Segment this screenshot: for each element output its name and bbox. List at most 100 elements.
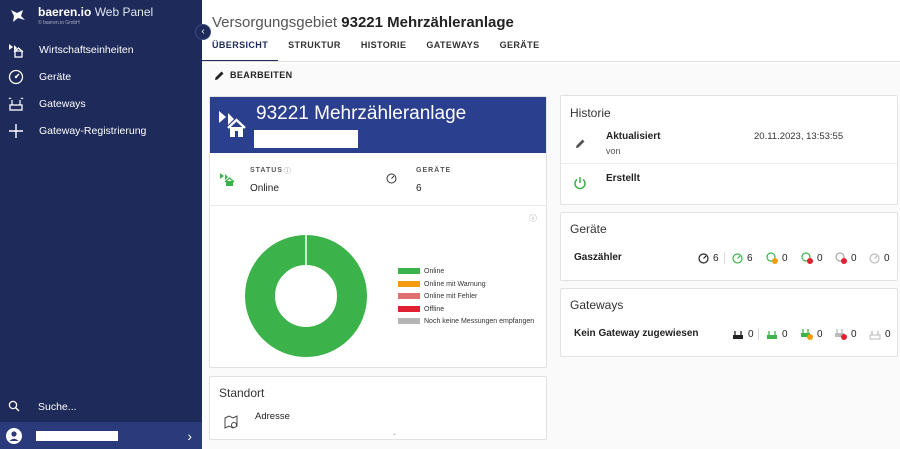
status-value: Online	[250, 183, 279, 194]
building-status-icon	[220, 173, 235, 186]
brand-title: baeren.io Web Panel	[38, 5, 154, 19]
history-updated-by: von	[606, 146, 621, 156]
building-icon	[7, 41, 25, 59]
user-menu[interactable]: ›	[0, 422, 202, 449]
legend-swatch	[398, 268, 420, 274]
gateways-card: Gateways Kein Gateway zugewiesen 0 0 0 0…	[560, 288, 898, 357]
device-count-total[interactable]: 6	[698, 251, 719, 265]
brand[interactable]: baeren.io Web Panel © baeren.io GmbH	[8, 6, 153, 32]
plus-icon	[7, 122, 25, 140]
location-card: Standort Adresse	[209, 376, 547, 440]
info-icon[interactable]: ⓘ	[529, 213, 537, 224]
devices-label: GERÄTE	[416, 167, 452, 174]
overview-title: 93221 Mehrzähleranlage	[256, 103, 467, 124]
gateway-nodata-icon	[869, 330, 881, 339]
gateway-count-offline[interactable]: 0	[835, 327, 857, 341]
legend-swatch	[398, 306, 420, 312]
sidebar-item-wirtschaftseinheiten[interactable]: Wirtschaftseinheiten	[0, 37, 202, 63]
gauge-icon	[7, 68, 25, 86]
scroll-down-icon[interactable]: ⌄	[392, 430, 397, 437]
legend-item-no-data[interactable]: Noch keine Messungen empfangen	[398, 316, 534, 326]
gateway-offline-icon	[835, 329, 847, 340]
gateway-count-online[interactable]: 0	[766, 327, 788, 341]
gateway-count-total[interactable]: 0	[732, 327, 754, 341]
map-pin-icon	[224, 415, 238, 429]
info-icon[interactable]: ⓘ	[284, 166, 291, 176]
tab-struktur[interactable]: STRUKTUR	[278, 36, 351, 62]
history-created-label: Erstellt	[606, 173, 640, 184]
legend-item-warning[interactable]: Online mit Warnung	[398, 279, 486, 289]
meter-warning-icon	[766, 252, 778, 264]
address-label: Adresse	[255, 411, 290, 422]
status-label: STATUS	[250, 167, 283, 174]
legend-swatch	[398, 293, 420, 299]
device-type-label: Gaszähler	[574, 252, 622, 263]
legend-label: Online	[424, 267, 445, 275]
meter-error-icon	[801, 252, 813, 264]
gateway-online-icon	[767, 330, 777, 339]
meter-nodata-icon	[869, 252, 880, 264]
edit-label: BEARBEITEN	[230, 70, 293, 80]
sidebar-item-label: Gateways	[39, 98, 86, 110]
sidebar-item-label: Gateway-Registrierung	[39, 125, 147, 137]
collapse-sidebar-button[interactable]: ‹	[195, 24, 211, 40]
user-name	[36, 430, 118, 441]
chevron-left-icon: ‹	[201, 26, 205, 37]
tab-uebersicht[interactable]: ÜBERSICHT	[202, 36, 279, 62]
legend-item-error[interactable]: Online mit Fehler	[398, 291, 477, 301]
history-title: Historie	[570, 106, 611, 120]
meter-offline-icon	[835, 252, 847, 264]
tab-historie[interactable]: HISTORIE	[351, 36, 417, 62]
legend-label: Online mit Fehler	[424, 292, 478, 300]
legend-swatch	[398, 281, 420, 287]
devices-title: Geräte	[570, 222, 607, 236]
legend-label: Online mit Warnung	[424, 280, 486, 288]
building-icon	[219, 111, 246, 137]
overview-subtitle-field	[254, 130, 358, 148]
sidebar-item-gateway-registrierung[interactable]: Gateway-Registrierung	[0, 118, 202, 144]
page-header: Versorgungsgebiet 93221 Mehrzähleranlage…	[202, 0, 900, 64]
legend-item-online[interactable]: Online	[398, 266, 444, 276]
sidebar-search[interactable]: Suche...	[0, 396, 202, 418]
edit-button[interactable]: BEARBEITEN	[214, 68, 293, 82]
gateways-title: Gateways	[570, 298, 624, 312]
legend-label: Noch keine Messungen empfangen	[424, 317, 535, 325]
card-divider	[210, 205, 546, 206]
search-icon	[8, 400, 24, 415]
sidebar-item-label: Wirtschaftseinheiten	[39, 44, 134, 56]
location-title: Standort	[219, 386, 265, 400]
device-count-error[interactable]: 0	[801, 251, 823, 265]
router-icon	[7, 95, 25, 113]
legend-swatch	[398, 318, 420, 324]
gauge-icon	[386, 173, 397, 184]
history-updated-label: Aktualisiert	[606, 131, 661, 142]
sidebar-item-label: Geräte	[39, 71, 72, 83]
gateway-count-no-data[interactable]: 0	[869, 327, 891, 341]
gateway-warning-icon	[801, 329, 813, 340]
card-divider	[561, 163, 897, 164]
tab-geraete[interactable]: GERÄTE	[490, 36, 550, 62]
status-donut-chart	[245, 235, 367, 357]
device-count-warning[interactable]: 0	[766, 251, 788, 265]
history-card: Historie Aktualisiert von 20.11.2023, 13…	[560, 95, 898, 205]
chevron-right-icon[interactable]: ›	[187, 428, 192, 444]
page-title: Versorgungsgebiet 93221 Mehrzähleranlage	[212, 14, 514, 31]
sidebar-item-geraete[interactable]: Geräte	[0, 64, 202, 90]
legend-item-offline[interactable]: Offline	[398, 304, 444, 314]
legend-label: Offline	[424, 305, 445, 313]
avatar-icon	[6, 427, 22, 444]
meter-online-icon	[732, 252, 743, 264]
overview-hero: 93221 Mehrzähleranlage	[210, 97, 546, 153]
power-icon	[574, 177, 586, 190]
devices-value: 6	[416, 183, 422, 194]
gateway-count-warning[interactable]: 0	[801, 327, 823, 341]
sidebar-item-gateways[interactable]: Gateways	[0, 91, 202, 117]
device-count-no-data[interactable]: 0	[869, 251, 890, 265]
bear-logo-icon	[11, 10, 25, 22]
tabs-divider	[202, 61, 900, 62]
pencil-icon	[215, 71, 224, 80]
device-count-online[interactable]: 6	[732, 251, 753, 265]
brand-copyright: © baeren.io GmbH	[38, 20, 80, 26]
tab-gateways[interactable]: GATEWAYS	[416, 36, 489, 62]
device-count-offline[interactable]: 0	[835, 251, 857, 265]
